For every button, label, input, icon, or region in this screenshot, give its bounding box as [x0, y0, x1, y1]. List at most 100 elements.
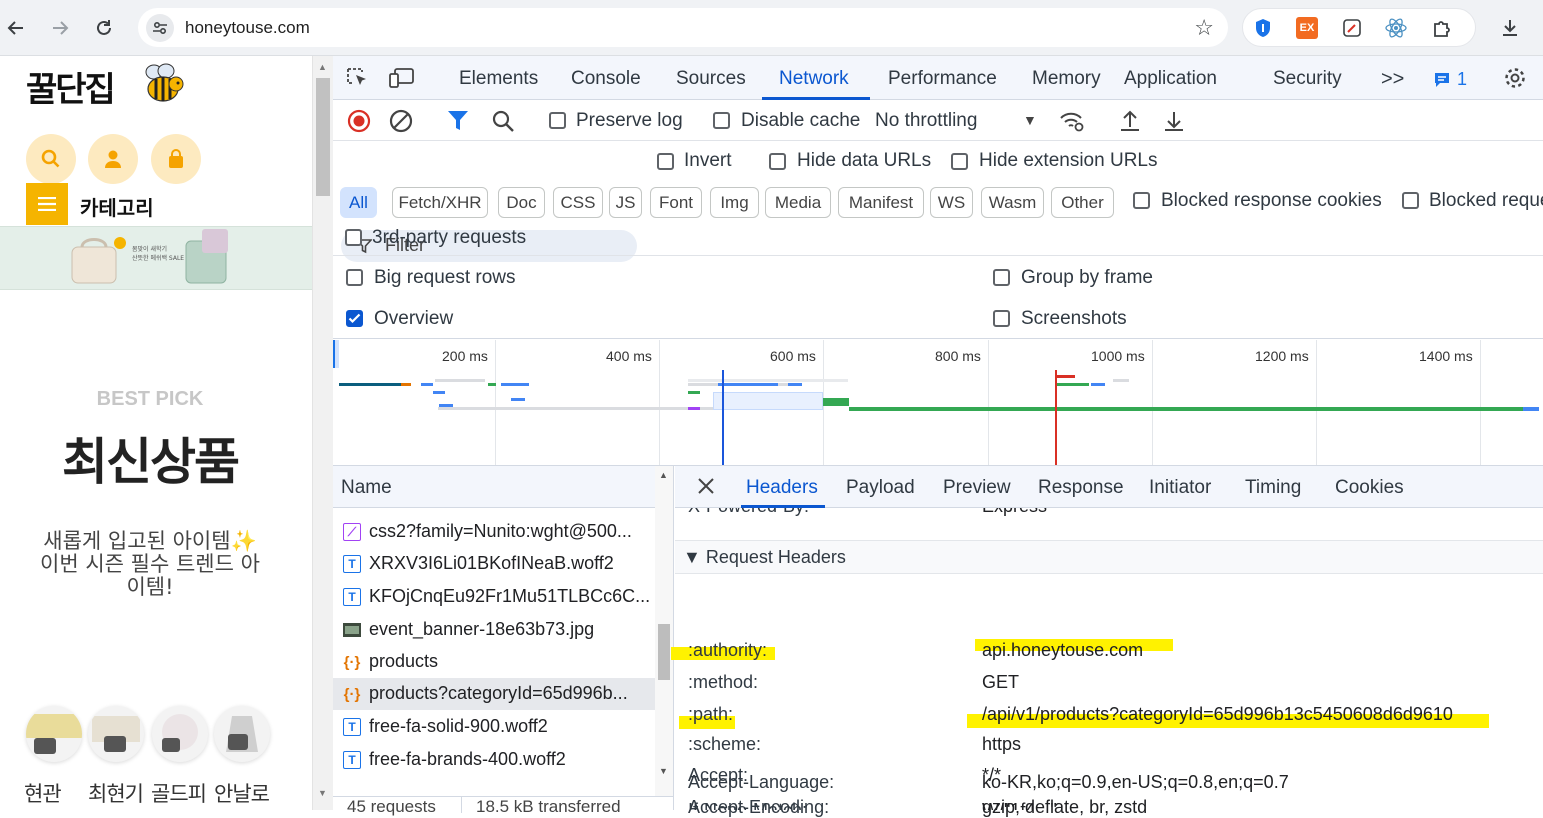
clear-log-icon[interactable] [389, 109, 413, 133]
hide-extension-urls-checkbox[interactable] [951, 153, 968, 170]
tab-application[interactable]: Application [1124, 68, 1217, 90]
product-label-2[interactable]: 최현기 [88, 778, 144, 808]
tab-headers[interactable]: Headers [746, 477, 818, 499]
scroll-up-icon[interactable]: ▲ [659, 470, 668, 480]
puzzle-extensions-icon[interactable] [1431, 17, 1453, 39]
search-button[interactable] [26, 134, 76, 184]
blocked-requests-checkbox[interactable] [1402, 192, 1419, 209]
header-value[interactable]: GET [982, 672, 1019, 693]
account-button[interactable] [88, 134, 138, 184]
tab-timing[interactable]: Timing [1245, 477, 1301, 499]
more-tabs-button[interactable]: >> [1381, 68, 1404, 91]
throttling-select[interactable]: No throttling [875, 110, 977, 132]
tab-elements[interactable]: Elements [459, 68, 538, 90]
tab-console[interactable]: Console [571, 68, 641, 90]
chip-img[interactable]: Img [710, 187, 759, 218]
disable-cache-label[interactable]: Disable cache [741, 110, 860, 132]
forward-icon[interactable] [46, 14, 74, 42]
reload-icon[interactable] [90, 14, 118, 42]
blocked-requests-label[interactable]: Blocked requests [1429, 190, 1543, 212]
request-row[interactable]: T free-fa-brands-400.woff2 [333, 744, 655, 776]
header-value[interactable]: ko-KR,ko;q=0.9,en-US;q=0.8,en;q=0.7 [982, 772, 1289, 793]
network-conditions-icon[interactable] [1059, 109, 1085, 133]
header-value[interactable]: /api/v1/products?categoryId=65d996b13c54… [982, 704, 1453, 725]
tab-response[interactable]: Response [1038, 477, 1124, 499]
chip-wasm[interactable]: Wasm [981, 187, 1044, 218]
site-scrollbar[interactable]: ▲ ▼ [312, 56, 333, 810]
category-label[interactable]: 카테고리 [80, 192, 154, 221]
header-value[interactable]: https [982, 734, 1021, 755]
product-thumb-3[interactable] [152, 706, 208, 762]
screenshots-checkbox[interactable] [993, 310, 1010, 327]
issues-button[interactable]: 1 [1433, 69, 1467, 90]
request-headers-section[interactable]: ▼ Request Headers [675, 540, 1543, 574]
big-request-rows-checkbox[interactable] [346, 269, 363, 286]
site-logo[interactable]: 꿀단집 [26, 62, 116, 111]
third-party-checkbox[interactable] [345, 229, 362, 246]
column-name-header[interactable]: Name [341, 477, 392, 499]
tab-cookies[interactable]: Cookies [1335, 477, 1404, 499]
site-scroll-thumb[interactable] [316, 78, 330, 196]
chip-media[interactable]: Media [765, 187, 831, 218]
inspect-element-icon[interactable] [346, 67, 370, 89]
ex-extension-icon[interactable]: EX [1296, 17, 1318, 39]
product-thumb-4[interactable] [214, 706, 270, 762]
product-label-4[interactable]: 안날로 [214, 778, 270, 808]
product-label-1[interactable]: 현관 [24, 778, 62, 808]
disable-cache-checkbox[interactable] [713, 112, 730, 129]
chip-font[interactable]: Font [650, 187, 702, 218]
scroll-down-icon[interactable]: ▼ [659, 766, 668, 776]
chip-all[interactable]: All [340, 187, 377, 218]
tab-performance[interactable]: Performance [888, 68, 997, 90]
group-by-frame-label[interactable]: Group by frame [1021, 267, 1153, 289]
stop-recording-icon[interactable] [347, 109, 371, 133]
chip-doc[interactable]: Doc [498, 187, 545, 218]
list-scroll-thumb[interactable] [658, 624, 670, 680]
tab-network[interactable]: Network [779, 68, 849, 90]
shield-extension-icon[interactable] [1252, 17, 1274, 39]
blocked-response-cookies-label[interactable]: Blocked response cookies [1161, 190, 1382, 212]
request-row-selected[interactable]: {·} products?categoryId=65d996b... [333, 678, 655, 710]
scroll-up-icon[interactable]: ▲ [318, 62, 327, 72]
product-thumb-2[interactable] [88, 706, 144, 762]
network-overview-timeline[interactable]: 200 ms 400 ms 600 ms 800 ms 1000 ms 1200… [333, 340, 1543, 466]
settings-gear-icon[interactable] [1503, 66, 1527, 90]
blocked-response-cookies-checkbox[interactable] [1133, 192, 1150, 209]
big-request-rows-label[interactable]: Big request rows [374, 267, 516, 289]
preserve-log-checkbox[interactable] [549, 112, 566, 129]
hide-data-urls-label[interactable]: Hide data URLs [797, 150, 931, 172]
header-value[interactable]: api.honeytouse.com [982, 640, 1143, 661]
invert-checkbox[interactable] [657, 153, 674, 170]
screenshots-label[interactable]: Screenshots [1021, 308, 1127, 330]
chip-css[interactable]: CSS [553, 187, 603, 218]
request-row[interactable]: event_banner-18e63b73.jpg [333, 614, 655, 646]
tab-memory[interactable]: Memory [1032, 68, 1101, 90]
chip-fetch-xhr[interactable]: Fetch/XHR [392, 187, 488, 218]
export-har-icon[interactable] [1163, 109, 1185, 133]
chip-js[interactable]: JS [609, 187, 642, 218]
import-har-icon[interactable] [1119, 109, 1141, 133]
close-icon[interactable] [697, 477, 715, 495]
tab-security[interactable]: Security [1273, 68, 1342, 90]
preserve-log-label[interactable]: Preserve log [576, 110, 683, 132]
category-menu-button[interactable] [26, 183, 68, 225]
bookmark-star-icon[interactable]: ☆ [1194, 15, 1214, 41]
site-info-icon[interactable] [146, 14, 174, 42]
url-text[interactable]: honeytouse.com [185, 18, 310, 38]
product-thumb-1[interactable] [26, 706, 82, 762]
request-row[interactable]: {·} products [333, 646, 655, 678]
overview-label[interactable]: Overview [374, 308, 453, 330]
chip-manifest[interactable]: Manifest [838, 187, 924, 218]
download-icon[interactable] [1496, 14, 1524, 42]
search-icon[interactable] [491, 109, 515, 133]
react-devtools-icon[interactable] [1385, 17, 1407, 39]
group-by-frame-checkbox[interactable] [993, 269, 1010, 286]
tab-preview[interactable]: Preview [943, 477, 1011, 499]
cart-button[interactable] [151, 134, 201, 184]
chip-ws[interactable]: WS [930, 187, 973, 218]
tab-initiator[interactable]: Initiator [1149, 477, 1211, 499]
address-bar[interactable]: honeytouse.com ☆ [138, 8, 1228, 47]
scroll-down-icon[interactable]: ▼ [318, 788, 327, 798]
request-row[interactable]: T XRXV3I6Li01BKofINeaB.woff2 [333, 548, 655, 580]
request-row[interactable]: ⟋ css2?family=Nunito:wght@500... [333, 516, 655, 548]
